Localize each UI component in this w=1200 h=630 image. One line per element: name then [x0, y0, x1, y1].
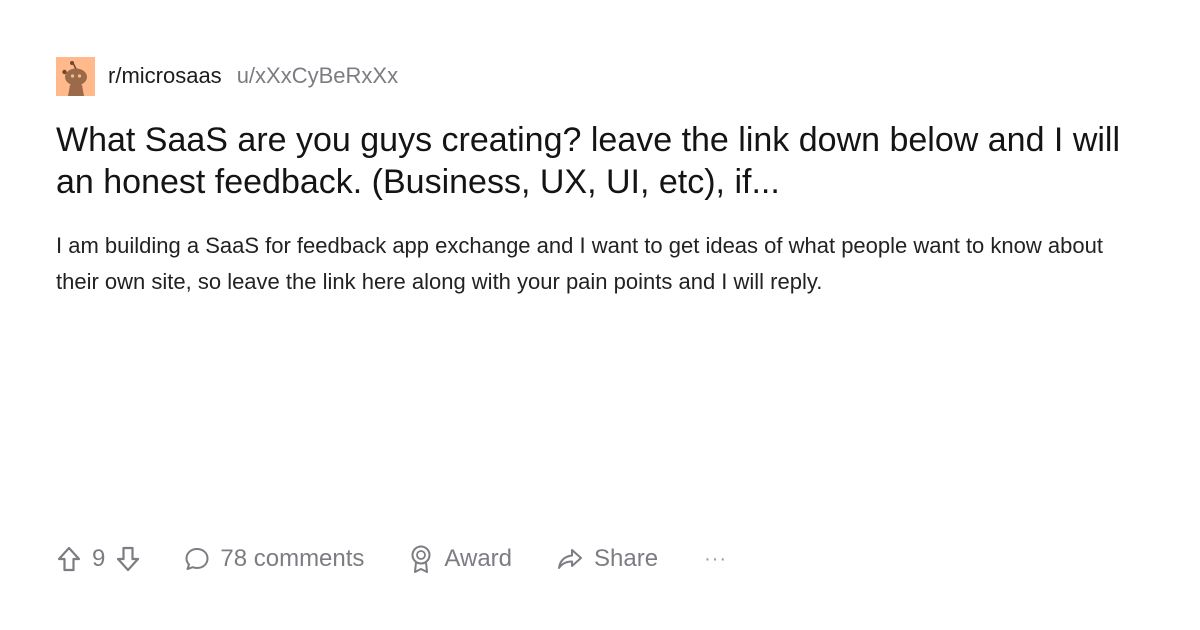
more-options-button[interactable]: ···	[704, 548, 727, 571]
comments-label: 78 comments	[220, 545, 365, 572]
award-label: Award	[444, 545, 513, 572]
arrow-up-icon[interactable]	[56, 545, 82, 573]
author-link[interactable]: u/xXxCyBeRxXx	[237, 63, 398, 89]
post-title[interactable]: What SaaS are you guys creating? leave t…	[56, 119, 1136, 203]
vote-count: 9	[92, 545, 106, 572]
snoo-avatar-icon[interactable]	[56, 56, 95, 96]
share-label: Share	[594, 545, 659, 572]
comments-button[interactable]: 78 comments	[184, 545, 364, 573]
share-arrow-icon	[556, 547, 584, 571]
arrow-down-icon[interactable]	[115, 545, 141, 573]
award-button[interactable]: Award	[408, 544, 512, 574]
speech-bubble-icon	[184, 546, 210, 572]
award-ribbon-icon	[408, 544, 434, 574]
post-meta: r/microsaas u/xXxCyBeRxXx	[56, 56, 398, 96]
post-actions-bar: 9 78 comments Award Share ···	[56, 540, 727, 578]
share-button[interactable]: Share	[556, 545, 658, 573]
post-body: I am building a SaaS for feedback app ex…	[56, 233, 1103, 294]
post-card[interactable]: r/microsaas u/xXxCyBeRxXx What SaaS are …	[56, 0, 1146, 630]
vote-group: 9	[56, 545, 141, 573]
subreddit-link[interactable]: r/microsaas	[108, 63, 222, 89]
